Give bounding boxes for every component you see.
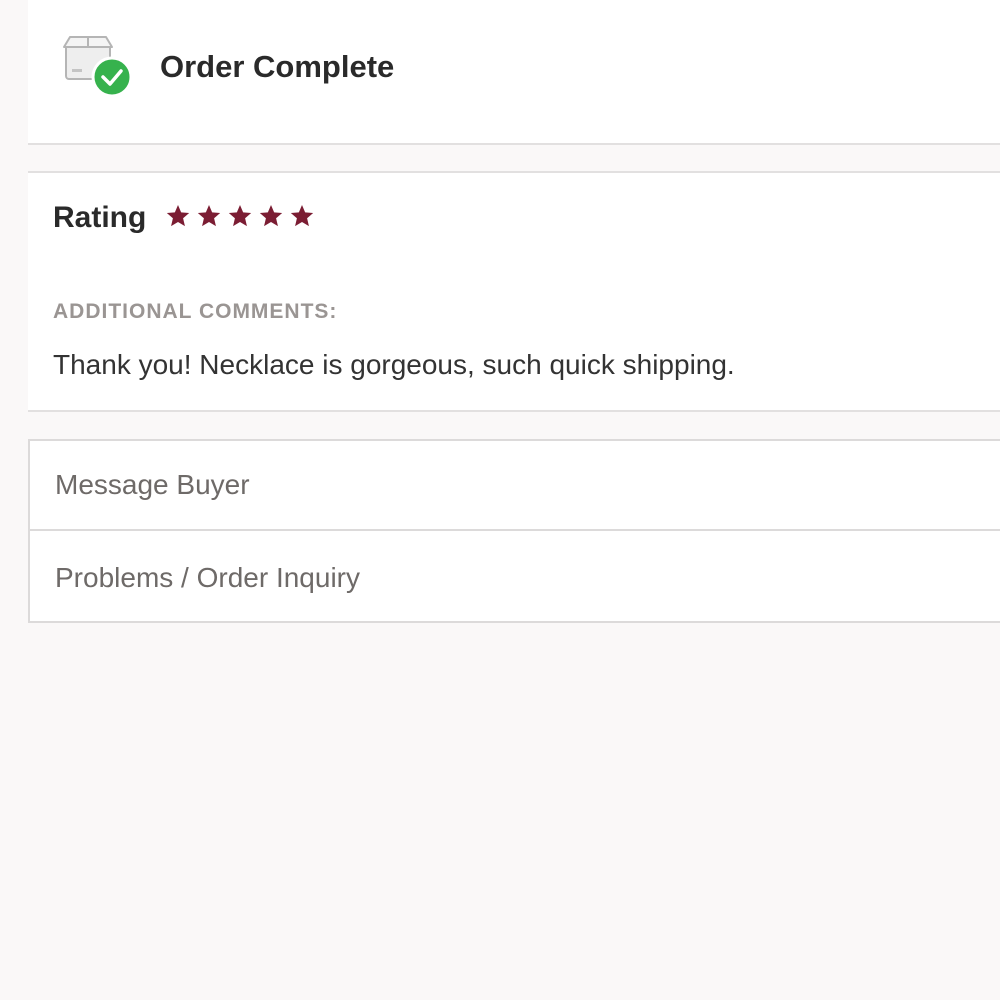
rating-stars bbox=[165, 203, 315, 233]
order-status-card: Order Complete bbox=[28, 0, 1000, 145]
message-buyer-button[interactable]: Message Buyer bbox=[30, 441, 1000, 531]
review-card: Rating ADDITIONAL COMMENTS: Thank you! N… bbox=[28, 171, 1000, 412]
comments-text: Thank you! Necklace is gorgeous, such qu… bbox=[53, 349, 735, 380]
star-icon bbox=[290, 204, 314, 227]
star-icon bbox=[259, 204, 283, 227]
star-icon bbox=[197, 204, 221, 227]
package-check-icon bbox=[62, 33, 134, 99]
rating-label: Rating bbox=[53, 201, 147, 234]
star-icon bbox=[228, 204, 252, 227]
comments-heading: ADDITIONAL COMMENTS: bbox=[53, 300, 338, 323]
order-inquiry-button[interactable]: Problems / Order Inquiry bbox=[30, 533, 1000, 623]
star-icon bbox=[166, 204, 190, 227]
order-actions-list: Message Buyer Problems / Order Inquiry bbox=[28, 439, 1000, 623]
order-status-title: Order Complete bbox=[160, 49, 395, 84]
